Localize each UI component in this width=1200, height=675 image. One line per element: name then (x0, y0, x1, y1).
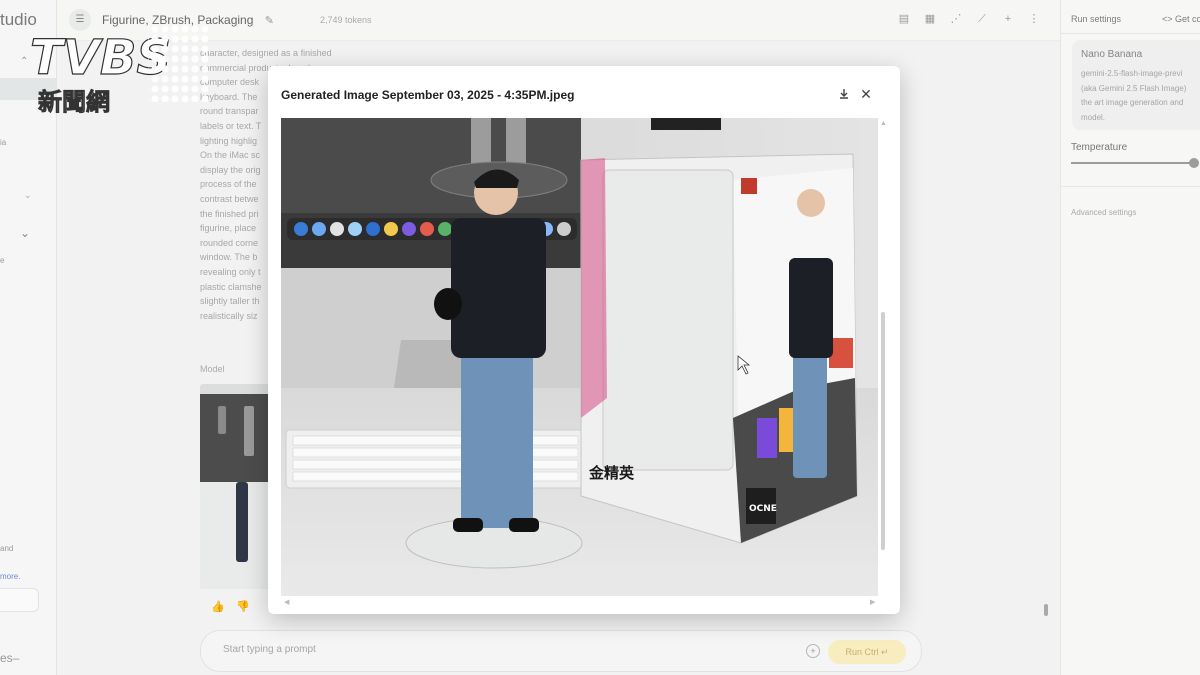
model-desc-line: the art image generation and (1081, 98, 1184, 107)
chevron-down-icon[interactable]: ⌄ (20, 226, 30, 240)
save-icon[interactable]: ▦ (923, 12, 937, 26)
model-desc-line: (aka Gemini 2.5 Flash Image) (1081, 83, 1187, 93)
model-desc-line: model. (1081, 112, 1106, 122)
watermark-subtitle: 新聞網 (38, 88, 110, 116)
scroll-right-arrow[interactable]: ▶ (870, 598, 875, 606)
thumb-screen (200, 394, 270, 482)
model-name: Nano Banana (1081, 49, 1143, 60)
prompt-input[interactable] (221, 643, 785, 656)
box-logo-text: 金精英 (588, 464, 635, 482)
chat-line: process of the (200, 179, 257, 190)
divider (1061, 33, 1200, 34)
model-label: Model (200, 364, 225, 374)
tvbs-logo: TVBS 新聞網 (29, 22, 208, 116)
get-code-button[interactable]: <> Get co (1162, 14, 1200, 24)
download-icon[interactable] (836, 86, 852, 102)
chat-line: On the iMac sc (200, 150, 261, 161)
generated-image-art: 金精英 OCNE (281, 118, 878, 596)
tvbs-watermark: TVBS 新聞網 (29, 14, 220, 116)
edit-icon[interactable]: ✎ (265, 15, 274, 27)
nav-box[interactable] (0, 588, 39, 612)
generated-image: 金精英 OCNE (281, 118, 878, 596)
slider-fill (1071, 162, 1197, 164)
thumb-figure-small (244, 406, 254, 456)
nav-fragment-3: and (0, 544, 14, 553)
chat-line: character, designed as a finished (200, 48, 332, 58)
scroll-up-arrow[interactable]: ▲ (880, 120, 887, 127)
chat-line: revealing only t (200, 266, 261, 277)
more-icon[interactable]: ⋮ (1027, 12, 1041, 26)
divider (1061, 186, 1200, 187)
nav-fragment-1: ia (0, 138, 7, 147)
slider-handle[interactable] (1189, 158, 1199, 168)
thumb-desk (200, 482, 270, 589)
thumb-figure-small (218, 406, 226, 434)
thumbs-up-icon[interactable]: 👍 (211, 600, 225, 613)
model-desc-line: gemini-2.5-flash-image-previ (1081, 69, 1183, 78)
chat-line: figurine, place (200, 223, 257, 234)
chat-line: contrast betwe (200, 193, 259, 204)
temperature-slider[interactable] (1071, 162, 1197, 164)
box-badge-text: OCNE (749, 504, 777, 514)
link-icon[interactable]: ⟋ (975, 12, 989, 26)
chevron-down-icon[interactable]: ⌄ (24, 190, 32, 201)
token-count: 2,749 tokens (320, 15, 372, 25)
chat-line: the finished pri (200, 208, 259, 219)
run-button[interactable]: Run Ctrl ↵ (828, 640, 906, 664)
chat-line: plastic clamshe (200, 281, 262, 292)
nav-collapse-icon[interactable]: ⌃ (20, 56, 28, 67)
add-icon[interactable]: + (1001, 12, 1015, 26)
chat-scrollbar[interactable] (1044, 604, 1048, 616)
advanced-settings-toggle[interactable]: Advanced settings (1071, 208, 1136, 217)
chat-line: window. The b (200, 252, 258, 263)
dialog-title: Generated Image September 03, 2025 - 4:3… (281, 88, 575, 102)
chat-line: realistically siz (200, 310, 258, 321)
temperature-label: Temperature (1071, 142, 1128, 153)
thumb-figure (236, 482, 248, 562)
image-thumbnail[interactable] (200, 384, 270, 589)
chat-line: slightly taller th (200, 296, 260, 307)
model-description: gemini-2.5-flash-image-previ (aka Gemini… (1081, 67, 1200, 125)
scroll-left-arrow[interactable]: ◀ (284, 598, 289, 606)
dialog-scrollbar-thumb[interactable] (881, 312, 885, 550)
compare-icon[interactable]: ▤ (897, 12, 911, 26)
run-settings-header: Run settings (1071, 14, 1122, 24)
nav-fragment-2: e (0, 256, 5, 265)
chat-line: lighting highlig (200, 135, 258, 146)
chat-line: display the orig (200, 164, 261, 175)
add-media-icon[interactable]: + (806, 644, 820, 658)
nav-more-link[interactable]: more. (0, 572, 20, 581)
close-icon[interactable]: ✕ (858, 86, 874, 102)
chat-line: labels or text. T (200, 120, 262, 131)
share-icon[interactable]: ⋰ (949, 12, 963, 26)
thumbs-down-icon[interactable]: 👎 (236, 600, 250, 613)
chat-line: rounded corne (200, 237, 259, 248)
nav-bottom-text: es– (0, 651, 20, 665)
